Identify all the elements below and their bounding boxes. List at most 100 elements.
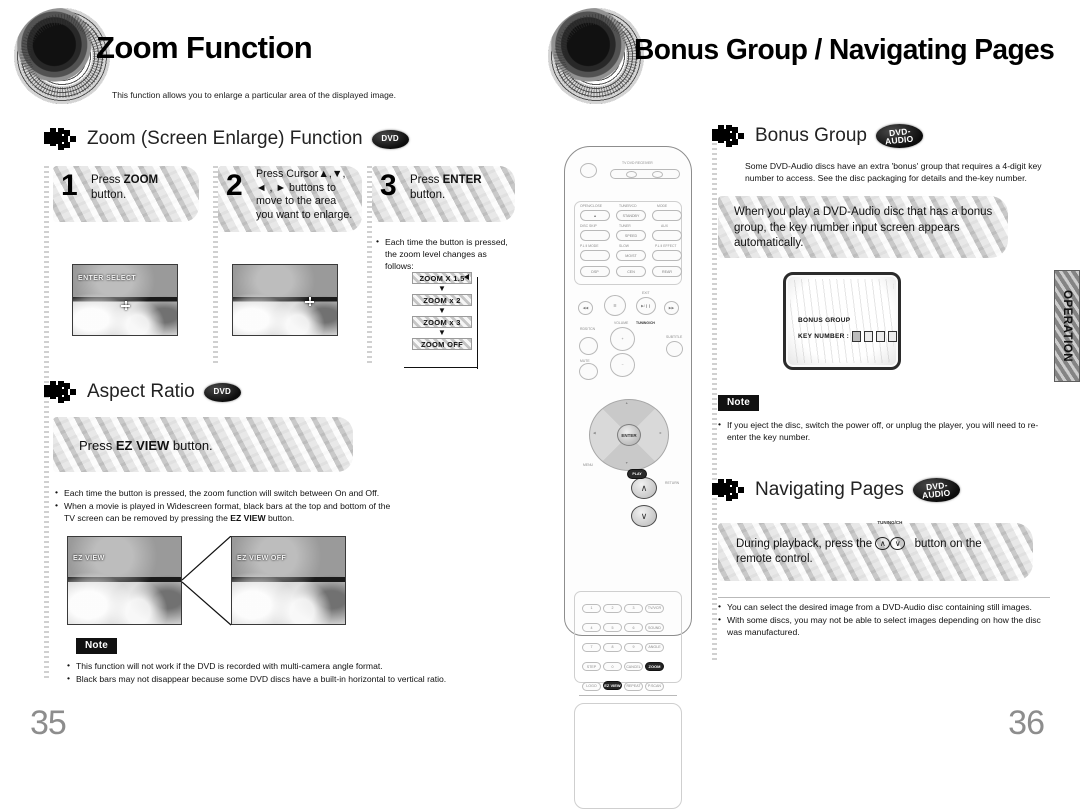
remote-mute-button[interactable] — [579, 363, 598, 380]
remote-power-button[interactable] — [580, 163, 597, 178]
remote-play-button-dark[interactable]: PLAY — [627, 469, 647, 479]
remote-subtitle-button[interactable] — [666, 341, 683, 357]
instruction-banner-bonus-group: When you play a DVD-Audio disc that has … — [718, 196, 1008, 258]
remote-label: TV DVD RECEIVER — [622, 161, 653, 165]
osd-key-number-row: KEY NUMBER : — [798, 331, 898, 342]
remote-slow-button[interactable]: MO/ST — [616, 250, 646, 261]
chevron-down-icon: ∨ — [890, 537, 906, 550]
flow-chip-zoom-3: ZOOM x 3 — [412, 316, 472, 328]
key-digit-2[interactable] — [864, 331, 874, 342]
remote-center-button[interactable]: CEN — [616, 266, 646, 277]
remote-key-5[interactable]: 5 — [603, 623, 622, 632]
remote-tuner-button[interactable]: SPEED — [616, 230, 646, 241]
remote-tuner-cd-button[interactable]: STANDBY — [616, 210, 646, 221]
disc-badge-dvd-audio: DVD- AUDIO — [875, 124, 923, 148]
key-digit-3[interactable] — [876, 331, 886, 342]
remote-mode-dot[interactable] — [626, 171, 637, 178]
osd-text: EZ VIEW OFF — [237, 555, 287, 562]
key-digit-4[interactable] — [888, 331, 898, 342]
remote-dsp-button[interactable]: DSP — [580, 266, 610, 277]
flow-chip-zoom-1: ZOOM X 1.5 — [412, 272, 472, 284]
remote-key-sound[interactable]: SOUND — [645, 623, 664, 632]
banner-text: When you play a DVD-Audio disc that has … — [734, 206, 993, 250]
remote-key-repeat[interactable]: REPEAT — [624, 681, 643, 691]
flow-chip-zoom-off: ZOOM OFF — [412, 338, 472, 350]
remote-bottom-blank — [574, 703, 682, 809]
remote-volume-down-button[interactable]: − — [610, 353, 635, 377]
remote-enter-button[interactable]: ENTER — [617, 424, 641, 446]
section-divider — [718, 597, 1050, 598]
step-number: 2 — [226, 169, 243, 202]
remote-key-3[interactable]: 3 — [624, 603, 643, 613]
remote-open-close-button[interactable]: ▲ — [580, 210, 610, 221]
loop-arrowhead-icon — [464, 274, 469, 280]
remote-key-pscan[interactable]: P.SCAN — [645, 681, 664, 691]
bonus-group-note-bullets: If you eject the disc, switch the power … — [718, 418, 1048, 444]
remote-key-angle[interactable]: ANGLE — [645, 642, 664, 652]
remote-play-pause-button[interactable]: ▶/❙❙ — [636, 297, 656, 315]
step-text: Press ZOOM button. — [91, 174, 159, 201]
section-heading-aspect-ratio: Aspect Ratio DVD — [44, 381, 241, 403]
remote-mode-button[interactable] — [652, 210, 682, 221]
left-page: Zoom Function This function allows you t… — [0, 0, 540, 749]
osd-title: BONUS GROUP — [798, 317, 851, 324]
remote-key-step[interactable]: STEP — [582, 662, 601, 671]
remote-key-1[interactable]: 1 — [582, 603, 601, 613]
aspect-ratio-note-bullets: This function will not work if the DVD i… — [67, 659, 467, 686]
remote-mode-dot[interactable] — [652, 171, 663, 178]
remote-playback-section: ◀◀ ☰ EXIT ▶/❙❙ ▶▶ VOLUME TUNING/CH + − R… — [574, 289, 683, 395]
remote-ez-view-button[interactable]: EZ VIEW — [603, 681, 622, 690]
section-title-aspect-ratio: Aspect Ratio — [87, 381, 195, 402]
list-item: With some discs, you may not be able to … — [718, 613, 1058, 638]
double-arrow-icon — [712, 479, 746, 501]
flow-chip-zoom-2: ZOOM x 2 — [412, 294, 472, 306]
double-arrow-icon — [44, 381, 78, 403]
remote-key-cancel[interactable]: CANCEL — [624, 662, 643, 671]
remote-forward-button[interactable]: ▶▶ — [664, 301, 679, 315]
step-number: 3 — [380, 169, 397, 202]
remote-rewind-button[interactable]: ◀◀ — [578, 301, 593, 315]
remote-plii-mode-button[interactable] — [580, 250, 610, 261]
section-heading-zoom: Zoom (Screen Enlarge) Function DVD — [44, 128, 409, 150]
instruction-banner-navigating-pages: During playback, press the TUNING/CH ∧ ∨ … — [718, 520, 1033, 581]
page-title: Bonus Group / Navigating Pages — [634, 34, 1055, 66]
remote-rds-button[interactable] — [579, 337, 598, 355]
section-heading-bonus-group: Bonus Group DVD- AUDIO — [712, 124, 923, 148]
remote-tuning-ch-up-button[interactable]: ∧ — [631, 477, 657, 499]
remote-key-0[interactable]: 0 — [603, 662, 622, 671]
disc-badge-dvd: DVD — [203, 382, 241, 402]
remote-key-9[interactable]: 9 — [624, 642, 643, 652]
compare-connector — [182, 536, 232, 626]
list-item: Black bars may not disappear because som… — [67, 672, 467, 685]
remote-mode-slider[interactable] — [610, 169, 680, 179]
remote-key-logo[interactable]: LOGO — [582, 681, 601, 691]
list-item: You can select the desired image from a … — [718, 600, 1058, 613]
remote-volume-up-button[interactable]: + — [610, 327, 635, 351]
remote-key-tvvcr[interactable]: TV/VCR — [645, 603, 664, 613]
remote-tuning-ch-down-button[interactable]: ∨ — [631, 505, 657, 527]
remote-key-6[interactable]: 6 — [624, 623, 643, 632]
remote-zoom-button[interactable]: ZOOM — [645, 661, 664, 671]
remote-plii-effect-button[interactable] — [652, 250, 682, 261]
crosshair-icon — [305, 297, 314, 306]
chevron-up-icon: ∧ — [875, 537, 891, 550]
disc-badge-dvd: DVD — [371, 129, 409, 149]
remote-menu-button[interactable]: ☰ — [604, 295, 626, 316]
tv-screenshot-zoom-step1: ENTER SELECT — [72, 264, 178, 336]
remote-key-4[interactable]: 4 — [582, 623, 601, 632]
column-rule — [44, 163, 49, 678]
remote-aux-button[interactable] — [652, 230, 682, 241]
remote-key-2[interactable]: 2 — [603, 603, 622, 613]
disc-badge-dvd-audio: DVD- AUDIO — [912, 478, 960, 502]
remote-tuning-ch-cluster: ∧ ∨ — [631, 477, 657, 533]
bonus-group-intro: Some DVD-Audio discs have an extra 'bonu… — [745, 161, 1042, 184]
remote-key-7[interactable]: 7 — [582, 642, 601, 652]
section-heading-navigating-pages: Navigating Pages DVD- AUDIO — [712, 478, 960, 502]
remote-rear-button[interactable]: REAR — [652, 266, 682, 277]
key-digit-1[interactable] — [852, 331, 862, 342]
note-tag: Note — [718, 395, 760, 411]
remote-control-illustration: TV DVD RECEIVER OPEN/CLOSE TUNER/CD MODE… — [564, 146, 692, 809]
remote-disc-skip-button[interactable] — [580, 230, 610, 241]
remote-key-8[interactable]: 8 — [603, 642, 622, 652]
step-box-2: 2 Press Cursor▲,▼, ◄ , ► buttons to move t… — [218, 166, 362, 232]
